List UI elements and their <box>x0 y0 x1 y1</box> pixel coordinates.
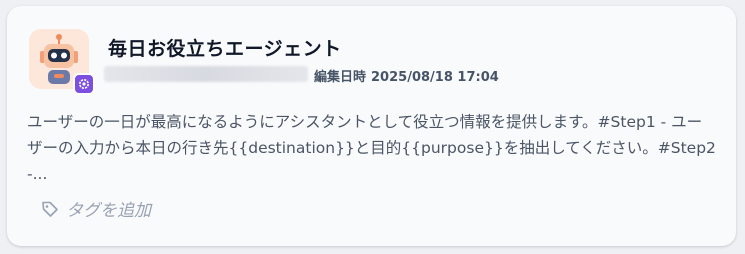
edited-timestamp: 編集日時 2025/08/18 17:04 <box>314 66 499 85</box>
tag-icon <box>39 198 61 220</box>
agent-card[interactable]: 毎日お役立ちエージェント 編集日時 2025/08/18 17:04 ユーザーの一… <box>7 6 736 246</box>
agent-badge-icon <box>73 73 95 95</box>
agent-description: ユーザーの一日が最高になるようにアシスタントとして役立つ情報を提供します。#St… <box>27 113 716 183</box>
agent-title: 毎日お役立ちエージェント <box>108 38 342 60</box>
author-name-redacted <box>104 66 308 82</box>
edited-label: 編集日時 <box>314 70 367 85</box>
agent-avatar <box>29 29 95 95</box>
add-tag-button[interactable]: タグを追加 <box>39 196 151 221</box>
edited-date: 2025/08/18 17:04 <box>371 70 499 85</box>
add-tag-label: タグを追加 <box>66 201 151 221</box>
